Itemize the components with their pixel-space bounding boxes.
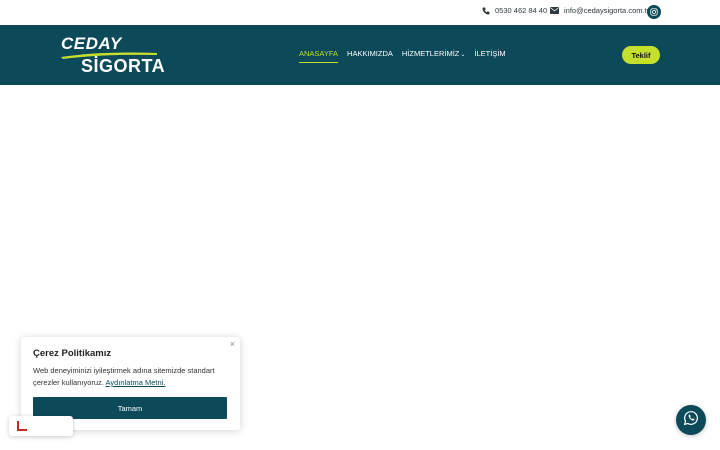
recaptcha-badge[interactable]: [9, 416, 73, 436]
quote-button[interactable]: Teklif: [622, 46, 660, 64]
nav-item-hizmetlerimiz[interactable]: HİZMETLERİMİZ⌄: [402, 49, 466, 58]
email-address: info@cedaysigorta.com.tr: [564, 6, 650, 15]
chevron-down-icon: ⌄: [460, 52, 466, 58]
nav-item-hakkimizda[interactable]: HAKKIMIZDA: [347, 49, 393, 58]
phone-number: 0530 462 84 40: [495, 6, 548, 15]
envelope-icon: [550, 7, 559, 14]
site-logo[interactable]: CEDAY SİGORTA: [61, 34, 171, 76]
top-contact-bar: 0530 462 84 40 info@cedaysigorta.com.tr: [0, 0, 720, 25]
whatsapp-icon: [683, 410, 699, 431]
whatsapp-button[interactable]: [676, 405, 706, 435]
phone-contact[interactable]: 0530 462 84 40: [482, 6, 547, 15]
cookie-title: Çerez Politikamız: [33, 348, 112, 359]
nav-item-hizmetlerimiz-label: HİZMETLERİMİZ: [401, 49, 460, 58]
nav-item-anasayfa[interactable]: ANASAYFA: [299, 49, 339, 63]
logo-text-bottom: SİGORTA: [81, 56, 166, 76]
close-icon[interactable]: ×: [230, 339, 235, 349]
badge-icon: [17, 421, 27, 431]
email-contact[interactable]: info@cedaysigorta.com.tr: [550, 6, 649, 15]
privacy-notice-link[interactable]: Aydınlatma Metni.: [106, 378, 166, 387]
instagram-icon[interactable]: [647, 5, 661, 19]
main-header: CEDAY SİGORTA ANASAYFA HAKKIMIZDA HİZMET…: [0, 25, 720, 85]
phone-icon: [482, 7, 490, 15]
cookie-text: Web deneyiminizi iyileştirmek adına site…: [33, 365, 228, 389]
main-navigation: ANASAYFA HAKKIMIZDA HİZMETLERİMİZ⌄ İLETİ…: [299, 49, 506, 63]
nav-item-iletisim[interactable]: İLETİŞİM: [474, 49, 505, 58]
